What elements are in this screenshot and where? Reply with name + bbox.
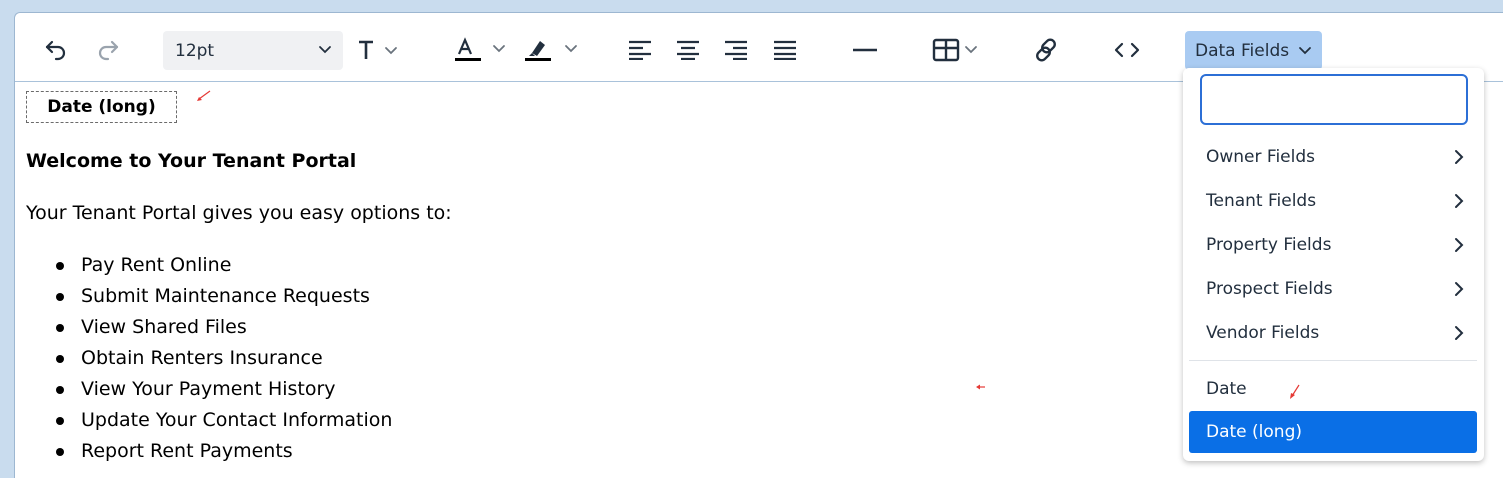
chevron-right-icon xyxy=(1453,149,1465,170)
menu-item-label: Prospect Fields xyxy=(1206,279,1333,299)
link-icon[interactable] xyxy=(1031,33,1061,67)
align-right-icon[interactable] xyxy=(723,33,749,67)
highlight-icon[interactable] xyxy=(523,33,583,67)
list-item: View Shared Files xyxy=(55,316,392,347)
menu-item-label: Owner Fields xyxy=(1206,147,1316,167)
menu-item-label: Tenant Fields xyxy=(1206,191,1317,211)
chevron-down-icon xyxy=(1298,43,1312,63)
chevron-right-icon xyxy=(1453,193,1465,214)
menu-item-label: Date (long) xyxy=(1206,422,1302,442)
annotation-arrow-icon xyxy=(197,90,211,101)
data-fields-label: Data Fields xyxy=(1195,40,1290,61)
menu-item-vendor-fields[interactable]: Vendor Fields xyxy=(1189,313,1477,353)
list-item: Report Rent Payments xyxy=(55,440,392,471)
text-format-icon[interactable] xyxy=(355,33,403,67)
font-size-select[interactable]: 12pt xyxy=(163,31,343,70)
list-item: Obtain Renters Insurance xyxy=(55,347,392,378)
menu-item-label: Date xyxy=(1206,379,1247,399)
align-left-icon[interactable] xyxy=(627,33,653,67)
feature-list: Pay Rent Online Submit Maintenance Reque… xyxy=(55,254,392,471)
menu-item-property-fields[interactable]: Property Fields xyxy=(1189,225,1477,265)
list-item: Update Your Contact Information xyxy=(55,409,392,440)
chevron-right-icon xyxy=(1453,237,1465,258)
justify-icon[interactable] xyxy=(772,33,798,67)
list-item: Submit Maintenance Requests xyxy=(55,285,392,316)
annotation-arrow-icon xyxy=(976,384,985,390)
menu-item-prospect-fields[interactable]: Prospect Fields xyxy=(1189,269,1477,309)
menu-item-owner-fields[interactable]: Owner Fields xyxy=(1189,137,1477,177)
list-item: View Your Payment History xyxy=(55,378,392,409)
annotation-arrow-icon xyxy=(1290,384,1300,399)
menu-item-date[interactable]: Date xyxy=(1189,369,1477,409)
chevron-down-icon xyxy=(317,42,333,63)
menu-item-label: Vendor Fields xyxy=(1206,323,1320,343)
data-fields-button[interactable]: Data Fields xyxy=(1185,31,1322,70)
menu-divider xyxy=(1189,360,1477,361)
menu-item-label: Property Fields xyxy=(1206,235,1332,255)
chevron-right-icon xyxy=(1453,281,1465,302)
menu-item-date-long[interactable]: Date (long) xyxy=(1189,411,1477,453)
data-fields-search-input[interactable] xyxy=(1200,74,1468,125)
intro-paragraph: Your Tenant Portal gives you easy option… xyxy=(26,202,452,224)
horizontal-line-icon[interactable] xyxy=(851,33,879,67)
font-size-value: 12pt xyxy=(175,40,215,61)
align-center-icon[interactable] xyxy=(675,33,701,67)
text-color-icon[interactable] xyxy=(453,33,511,67)
welcome-heading: Welcome to Your Tenant Portal xyxy=(26,150,357,172)
source-code-icon[interactable] xyxy=(1113,33,1141,67)
list-item: Pay Rent Online xyxy=(55,254,392,285)
data-fields-dropdown: Owner Fields Tenant Fields Property Fiel… xyxy=(1183,68,1484,461)
menu-item-tenant-fields[interactable]: Tenant Fields xyxy=(1189,181,1477,221)
redo-icon[interactable] xyxy=(93,33,123,67)
editor-content[interactable]: Date (long) Welcome to Your Tenant Porta… xyxy=(26,70,1166,466)
date-field-chip[interactable]: Date (long) xyxy=(26,91,177,123)
undo-icon[interactable] xyxy=(41,33,71,67)
table-icon[interactable] xyxy=(931,33,983,67)
chevron-right-icon xyxy=(1453,325,1465,346)
